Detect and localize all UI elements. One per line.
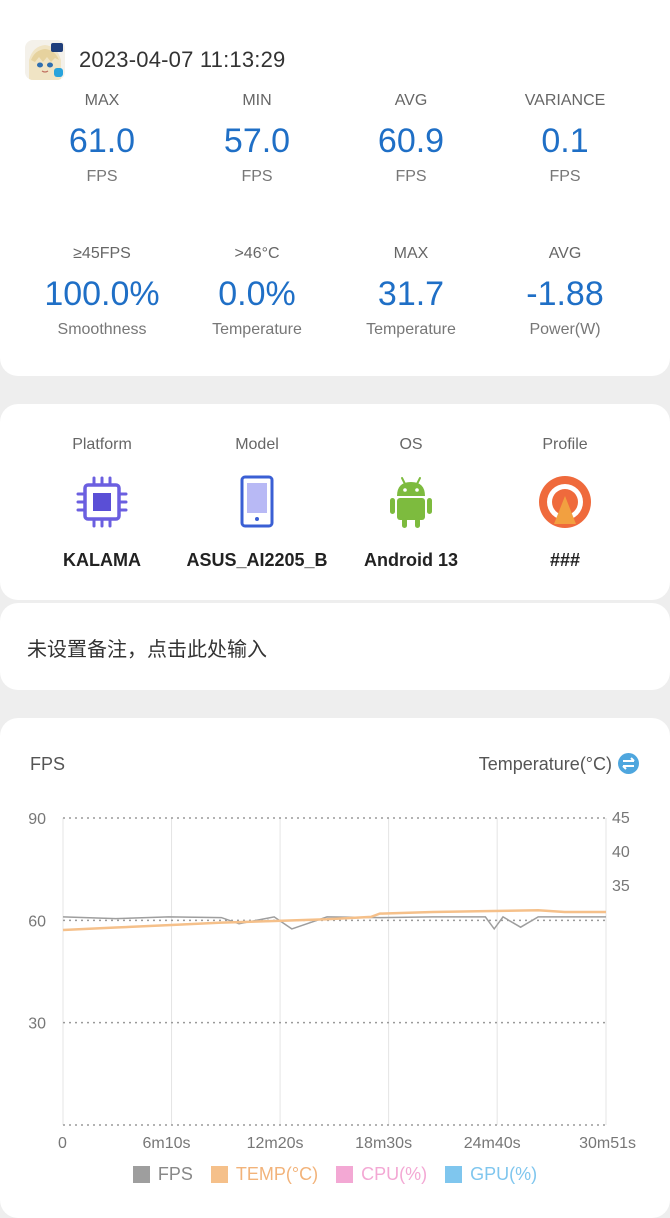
- metric-value: 60.9: [377, 122, 445, 160]
- device-label: Platform: [72, 436, 132, 453]
- metric-unit: Power(W): [529, 321, 601, 338]
- metric-label: >46°C: [234, 245, 280, 262]
- legend-swatch: [336, 1166, 354, 1183]
- metric-unit: Smoothness: [57, 321, 147, 338]
- x-tick-label: 6m10s: [143, 1135, 191, 1152]
- y-left-tick-label: 30: [28, 1016, 46, 1033]
- device-value: KALAMA: [63, 550, 141, 570]
- metric-value: 31.7: [377, 275, 445, 313]
- y-left-tick-label: 90: [28, 811, 46, 828]
- metric-label: MAX: [84, 92, 120, 109]
- metric-value: 0.0%: [218, 275, 296, 313]
- chart-card: FPS Temperature(°C) 90 60 30 45 40 35 0 6m10s 12…: [0, 718, 670, 1218]
- metric-unit: Temperature: [212, 321, 302, 338]
- x-tick-label: 24m40s: [464, 1135, 521, 1152]
- metric-unit: FPS: [549, 168, 581, 185]
- legend-swatch: [132, 1166, 150, 1183]
- phone-icon: [227, 472, 287, 532]
- device-label: Profile: [542, 436, 588, 453]
- device-value: ASUS_AI2205_B: [186, 550, 328, 570]
- device-label: OS: [399, 436, 423, 453]
- metric-value: 57.0: [223, 122, 291, 160]
- android-icon: [381, 472, 441, 532]
- device-os: OS Android 13: [334, 434, 488, 571]
- metric-unit: FPS: [395, 168, 427, 185]
- note-card[interactable]: 未设置备注，点击此处输入: [0, 603, 670, 690]
- device-info-card: Platform KALAMA Model ASUS_AI2205_B OS A…: [0, 404, 670, 600]
- legend-swatch: [445, 1166, 463, 1183]
- legend-fps[interactable]: FPS: [132, 1164, 193, 1185]
- note-input[interactable]: 未设置备注，点击此处输入: [27, 633, 267, 662]
- summary-card: 2023-04-07 11:13:29 MAX 61.0 FPS MIN 57.…: [0, 0, 670, 376]
- avatar: [25, 40, 65, 80]
- y-right-tick-label: 40: [612, 844, 630, 861]
- metric-min-fps: MIN 57.0 FPS: [180, 91, 334, 187]
- metric-avg-fps: AVG 60.9 FPS: [334, 91, 488, 187]
- x-tick-label: 0: [58, 1135, 67, 1152]
- device-model: Model ASUS_AI2205_B: [180, 434, 334, 571]
- metric-variance-fps: VARIANCE 0.1 FPS: [488, 91, 642, 187]
- session-header: 2023-04-07 11:13:29: [25, 37, 285, 83]
- metric-unit: Temperature: [366, 321, 456, 338]
- fps-temperature-chart[interactable]: 90 60 30 45 40 35 0 6m10s 12m20s 18m30s 24m40s 30m5…: [0, 718, 670, 1158]
- metric-smoothness: ≥45FPS 100.0% Smoothness: [25, 244, 179, 340]
- metric-value: -1.88: [526, 275, 604, 313]
- device-label: Model: [235, 436, 279, 453]
- metric-over-temp: >46°C 0.0% Temperature: [180, 244, 334, 340]
- legend-temp[interactable]: TEMP(°C): [210, 1164, 319, 1185]
- x-tick-label: 18m30s: [355, 1135, 412, 1152]
- profile-icon: [535, 472, 595, 532]
- legend-gpu[interactable]: GPU(%): [445, 1164, 537, 1185]
- y-left-tick-label: 60: [28, 913, 46, 930]
- metric-max-fps: MAX 61.0 FPS: [25, 91, 179, 187]
- device-value: Android 13: [363, 550, 458, 570]
- metric-value: 61.0: [68, 122, 136, 160]
- metric-unit: FPS: [241, 168, 273, 185]
- chart-legend: FPS TEMP(°C) CPU(%) GPU(%): [0, 1164, 670, 1185]
- legend-label: FPS: [157, 1164, 193, 1184]
- legend-label: GPU(%): [470, 1164, 538, 1184]
- x-tick-label: 12m20s: [247, 1135, 304, 1152]
- y-right-tick-label: 35: [612, 878, 630, 895]
- metric-label: MAX: [393, 245, 429, 262]
- x-tick-label: 30m51s: [579, 1135, 636, 1152]
- chip-icon: [72, 472, 132, 532]
- legend-label: TEMP(°C): [235, 1164, 319, 1184]
- y-right-tick-label: 45: [612, 810, 630, 827]
- metric-label: AVG: [394, 92, 428, 109]
- device-value: ###: [549, 550, 581, 570]
- metric-avg-power: AVG -1.88 Power(W): [488, 244, 642, 340]
- legend-swatch: [210, 1166, 228, 1183]
- metric-label: ≥45FPS: [73, 245, 131, 262]
- metric-value: 0.1: [541, 122, 589, 160]
- metric-unit: FPS: [86, 168, 118, 185]
- metric-value: 100.0%: [44, 275, 160, 313]
- metric-max-temp: MAX 31.7 Temperature: [334, 244, 488, 340]
- device-platform: Platform KALAMA: [25, 434, 179, 571]
- legend-label: CPU(%): [361, 1164, 428, 1184]
- device-profile: Profile ###: [488, 434, 642, 571]
- legend-cpu[interactable]: CPU(%): [336, 1164, 427, 1185]
- session-timestamp: 2023-04-07 11:13:29: [79, 47, 286, 72]
- metric-label: AVG: [548, 245, 582, 262]
- metric-label: MIN: [242, 92, 272, 109]
- metric-label: VARIANCE: [524, 92, 606, 109]
